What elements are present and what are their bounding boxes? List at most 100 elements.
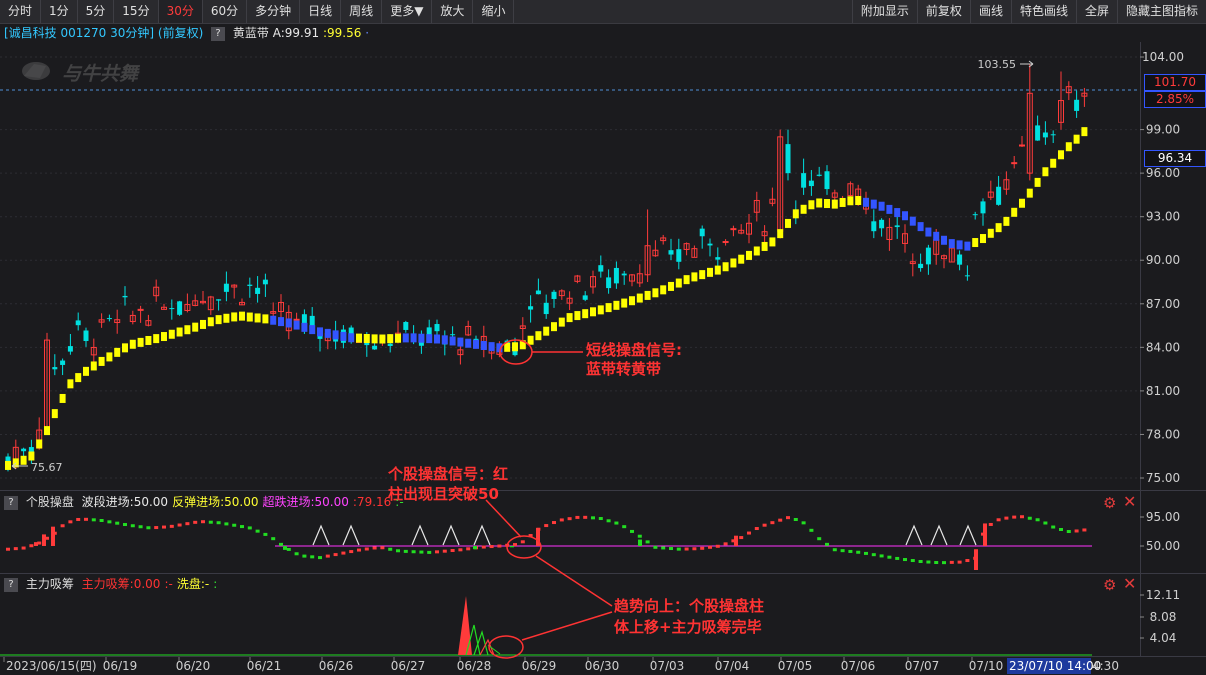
settings-gear-icon[interactable]: ⚙ xyxy=(1103,577,1116,593)
yellow-band-block xyxy=(831,199,838,209)
close-icon[interactable]: ✕ xyxy=(1123,576,1136,592)
help-icon[interactable]: ? xyxy=(4,577,18,592)
yellow-band-block xyxy=(512,342,518,352)
yellow-band-block xyxy=(707,267,713,277)
settings-gear-icon[interactable]: ⚙ xyxy=(1103,495,1116,511)
blue-band-block xyxy=(956,240,963,250)
yellow-band-block xyxy=(746,250,752,260)
blue-band-block xyxy=(293,320,300,330)
osc-dot-red xyxy=(435,550,439,554)
yellow-band-block xyxy=(363,333,370,343)
osc-dot-green xyxy=(864,551,868,555)
yellow-band-block xyxy=(20,455,27,465)
blue-band-block xyxy=(933,231,940,241)
yellow-band-block xyxy=(44,426,50,436)
osc-dot-red xyxy=(193,520,198,524)
x-tick-label: 06/28 xyxy=(457,659,492,673)
yellow-band-block xyxy=(254,313,261,323)
yellow-band-block xyxy=(738,254,745,264)
red-signal-bar xyxy=(974,549,978,570)
yellow-band-block xyxy=(137,337,144,347)
candle-body-down xyxy=(223,283,229,292)
blue-band-block xyxy=(488,342,495,352)
osc-dot-green xyxy=(801,521,806,525)
current-pct-badge: 2.85% xyxy=(1144,91,1206,108)
yellow-band-block xyxy=(785,218,791,228)
annotation-leader xyxy=(485,499,522,538)
osc-dot-red xyxy=(60,524,65,528)
osc-dot-green xyxy=(427,550,432,554)
osc-dot-green xyxy=(630,529,634,533)
x-tick-label: 06/27 xyxy=(391,659,426,673)
high-price-label: 103.55 xyxy=(978,58,1017,71)
yellow-band-block xyxy=(582,309,589,319)
yellow-band-block xyxy=(184,325,191,335)
x-tick-label: 06/21 xyxy=(247,659,282,673)
osc-dot-red xyxy=(364,547,369,551)
osc-dot-red xyxy=(13,547,18,551)
annotation-text: 趋势向上：个股操盘柱 xyxy=(614,597,764,615)
y-tick-label: 81.00 xyxy=(1146,384,1180,398)
osc-dot-red xyxy=(762,523,767,527)
watermark-text: 与牛共舞 xyxy=(62,63,141,85)
osc-dot-green xyxy=(271,537,276,541)
candle-body-down xyxy=(528,306,534,310)
blue-band-block xyxy=(964,241,971,251)
yellow-band-block xyxy=(605,303,612,313)
green-signal-bar xyxy=(283,546,287,550)
candle-body-down xyxy=(598,265,604,272)
osc-dot-red xyxy=(68,520,73,524)
osc-dot-red xyxy=(349,550,354,554)
osc-dot-red xyxy=(84,517,88,521)
help-icon[interactable]: ? xyxy=(4,495,18,510)
osc-dot-green xyxy=(396,549,400,553)
yellow-band-block xyxy=(1026,188,1033,198)
yellow-band-block xyxy=(769,237,776,247)
x-tick-label: 07/05 xyxy=(778,659,813,673)
candle-body-up xyxy=(1011,162,1018,165)
osc-dot-green xyxy=(653,545,658,549)
green-signal-bar xyxy=(473,546,477,550)
yellow-band-block xyxy=(176,327,183,337)
yellow-band-block xyxy=(847,196,854,206)
candle-body-down xyxy=(972,214,978,216)
candle-body-down xyxy=(75,320,81,326)
y-tick-label: 90.00 xyxy=(1146,253,1180,267)
yellow-band-block xyxy=(246,312,253,322)
candle-body-down xyxy=(816,174,822,176)
yellow-band-block xyxy=(1065,142,1072,152)
candle-body-down xyxy=(403,322,409,330)
osc-dot-green xyxy=(825,542,829,546)
yellow-band-block xyxy=(621,298,628,308)
osc-dot-red xyxy=(1074,529,1079,533)
x-tick-label: 06/30 xyxy=(585,659,620,673)
candle-body-down xyxy=(606,277,612,289)
blue-band-block xyxy=(418,333,425,343)
red-signal-bar xyxy=(734,535,738,546)
osc-dot-green xyxy=(130,524,135,528)
osc-dot-red xyxy=(450,549,455,553)
panel-stock-operation xyxy=(6,515,1144,570)
yellow-band-block xyxy=(356,333,362,343)
close-icon[interactable]: ✕ xyxy=(1123,494,1136,510)
panel2-y-tick: 4.04 xyxy=(1150,631,1177,645)
osc-dot-red xyxy=(520,540,525,544)
osc-dot-green xyxy=(419,550,424,554)
panel1-value-item: :- xyxy=(395,495,404,509)
kline-chart[interactable]: 与牛共舞 短线操盘信号:蓝带转黄带个股操盘信号：红柱出现且突破50 趋势向上：个股… xyxy=(0,0,1206,675)
yellow-band-block xyxy=(90,361,97,371)
blue-band-block xyxy=(278,317,284,327)
wave-triangle-marker xyxy=(905,524,923,546)
osc-dot-green xyxy=(310,555,315,559)
osc-dot-green xyxy=(146,526,151,530)
yellow-band-block xyxy=(1073,134,1080,144)
osc-dot-green xyxy=(1035,518,1040,522)
osc-dot-red xyxy=(458,548,463,552)
panel1-value-item: :79.16 xyxy=(352,495,392,509)
osc-dot-red xyxy=(497,544,502,548)
panel1-value-item: 波段进场:50.00 xyxy=(81,495,169,509)
y-tick-label: 93.00 xyxy=(1146,210,1180,224)
candle-body-down xyxy=(894,225,900,228)
candle-body-down xyxy=(106,318,112,320)
yellow-band-block xyxy=(824,199,830,209)
